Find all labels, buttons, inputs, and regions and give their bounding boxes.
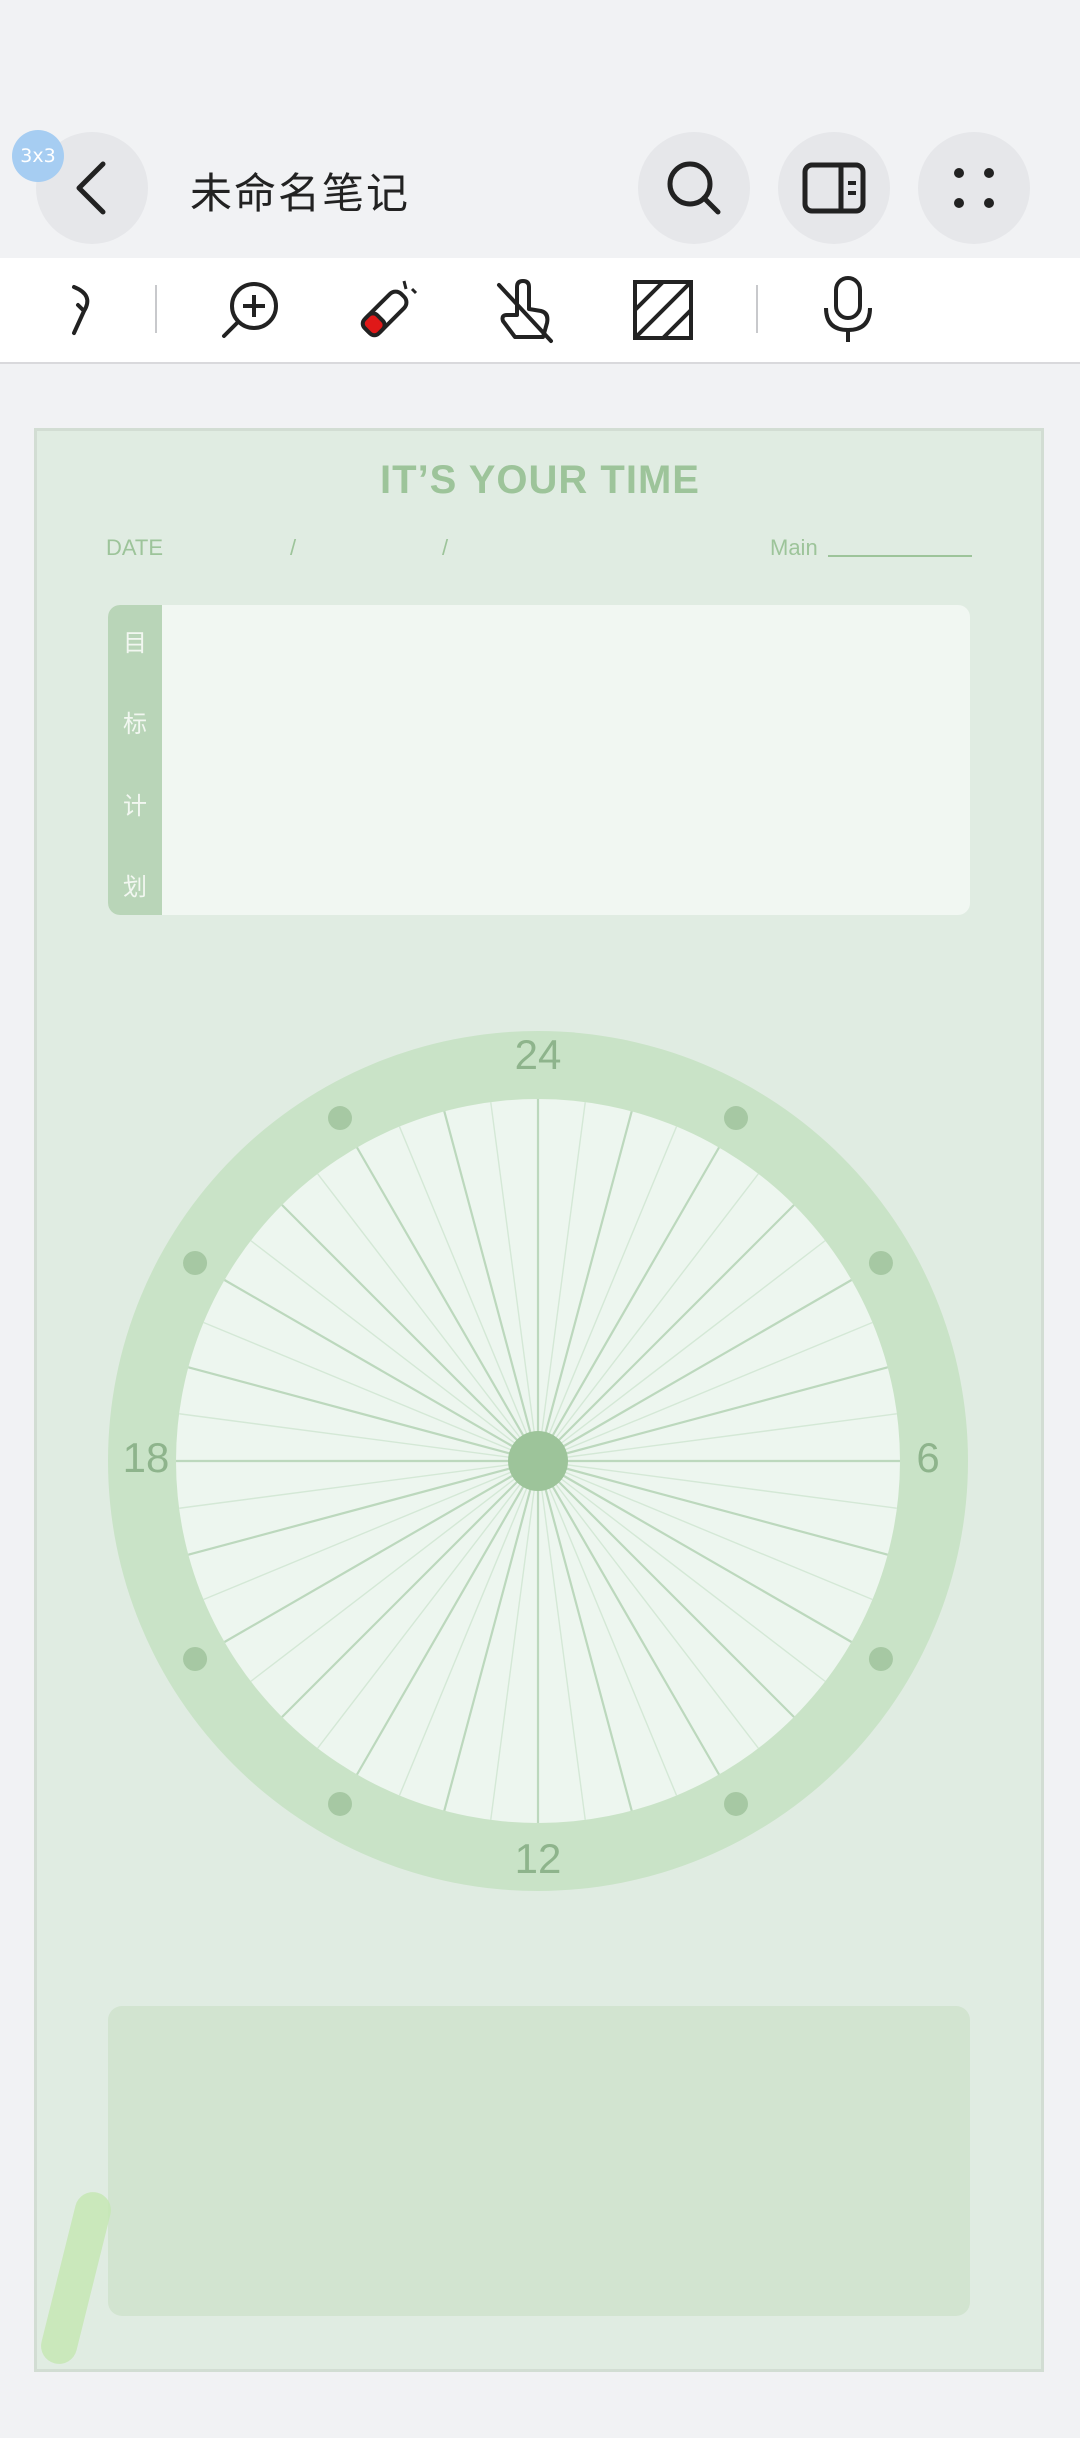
hatch-pattern-icon (633, 280, 693, 340)
status-bar (0, 0, 1080, 120)
badge-text: 3x3 (20, 145, 56, 167)
note-title[interactable]: 未命名笔记 (190, 160, 410, 221)
eraser-icon (360, 280, 418, 338)
redo-icon (72, 285, 90, 335)
microphone-icon (824, 276, 872, 342)
goal-plan-box[interactable] (108, 605, 970, 915)
clock-hour-dot (328, 1106, 352, 1131)
search-icon (667, 161, 721, 215)
dots-grid-icon (954, 168, 994, 208)
split-view-icon (802, 162, 866, 214)
pattern-tool[interactable] (623, 270, 703, 350)
goal-plan-char: 标 (123, 710, 147, 738)
chevron-left-icon (76, 161, 106, 215)
touch-disable-icon (497, 279, 553, 343)
zoom-in-icon (222, 282, 278, 338)
clock-hour-dot (724, 1791, 748, 1816)
clock-label-bottom: 12 (515, 1835, 562, 1882)
toolbar-divider (155, 285, 157, 333)
voice-tool[interactable] (808, 270, 888, 350)
clock-hour-dot (868, 1647, 893, 1671)
clock-hour-dot (183, 1251, 208, 1275)
zoom-tool[interactable] (210, 270, 290, 350)
toolbar-divider (756, 285, 758, 333)
date-separator: / (442, 535, 449, 560)
date-label: DATE (106, 535, 164, 560)
search-button[interactable] (638, 132, 750, 244)
touch-tool[interactable] (485, 270, 565, 350)
more-options-button[interactable] (918, 132, 1030, 244)
page-count-badge: 3x3 (12, 130, 64, 182)
clock-center (508, 1431, 568, 1491)
clock-hour-dot (328, 1791, 352, 1816)
main-underline (828, 555, 972, 557)
main-label: Main (770, 535, 818, 560)
goal-plan-char: 计 (123, 792, 147, 820)
date-separator: / (290, 535, 297, 560)
clock-hour-dot (868, 1251, 893, 1275)
clock-label-left: 18 (123, 1434, 170, 1481)
clock-hour-dot (183, 1647, 208, 1671)
eraser-tool[interactable] (345, 270, 425, 350)
clock-label-right: 6 (916, 1434, 939, 1481)
time-clock-dial[interactable]: 24 6 12 18 (108, 1028, 970, 1894)
page-heading: IT’S YOUR TIME (380, 458, 700, 502)
goal-plan-char: 目 (123, 629, 147, 657)
redo-tool[interactable] (40, 270, 120, 350)
notes-box[interactable] (108, 2006, 970, 2316)
clock-label-top: 24 (515, 1031, 562, 1078)
goal-plan-char: 划 (123, 873, 147, 901)
layout-toggle-button[interactable] (778, 132, 890, 244)
clock-hour-dot (724, 1106, 748, 1131)
